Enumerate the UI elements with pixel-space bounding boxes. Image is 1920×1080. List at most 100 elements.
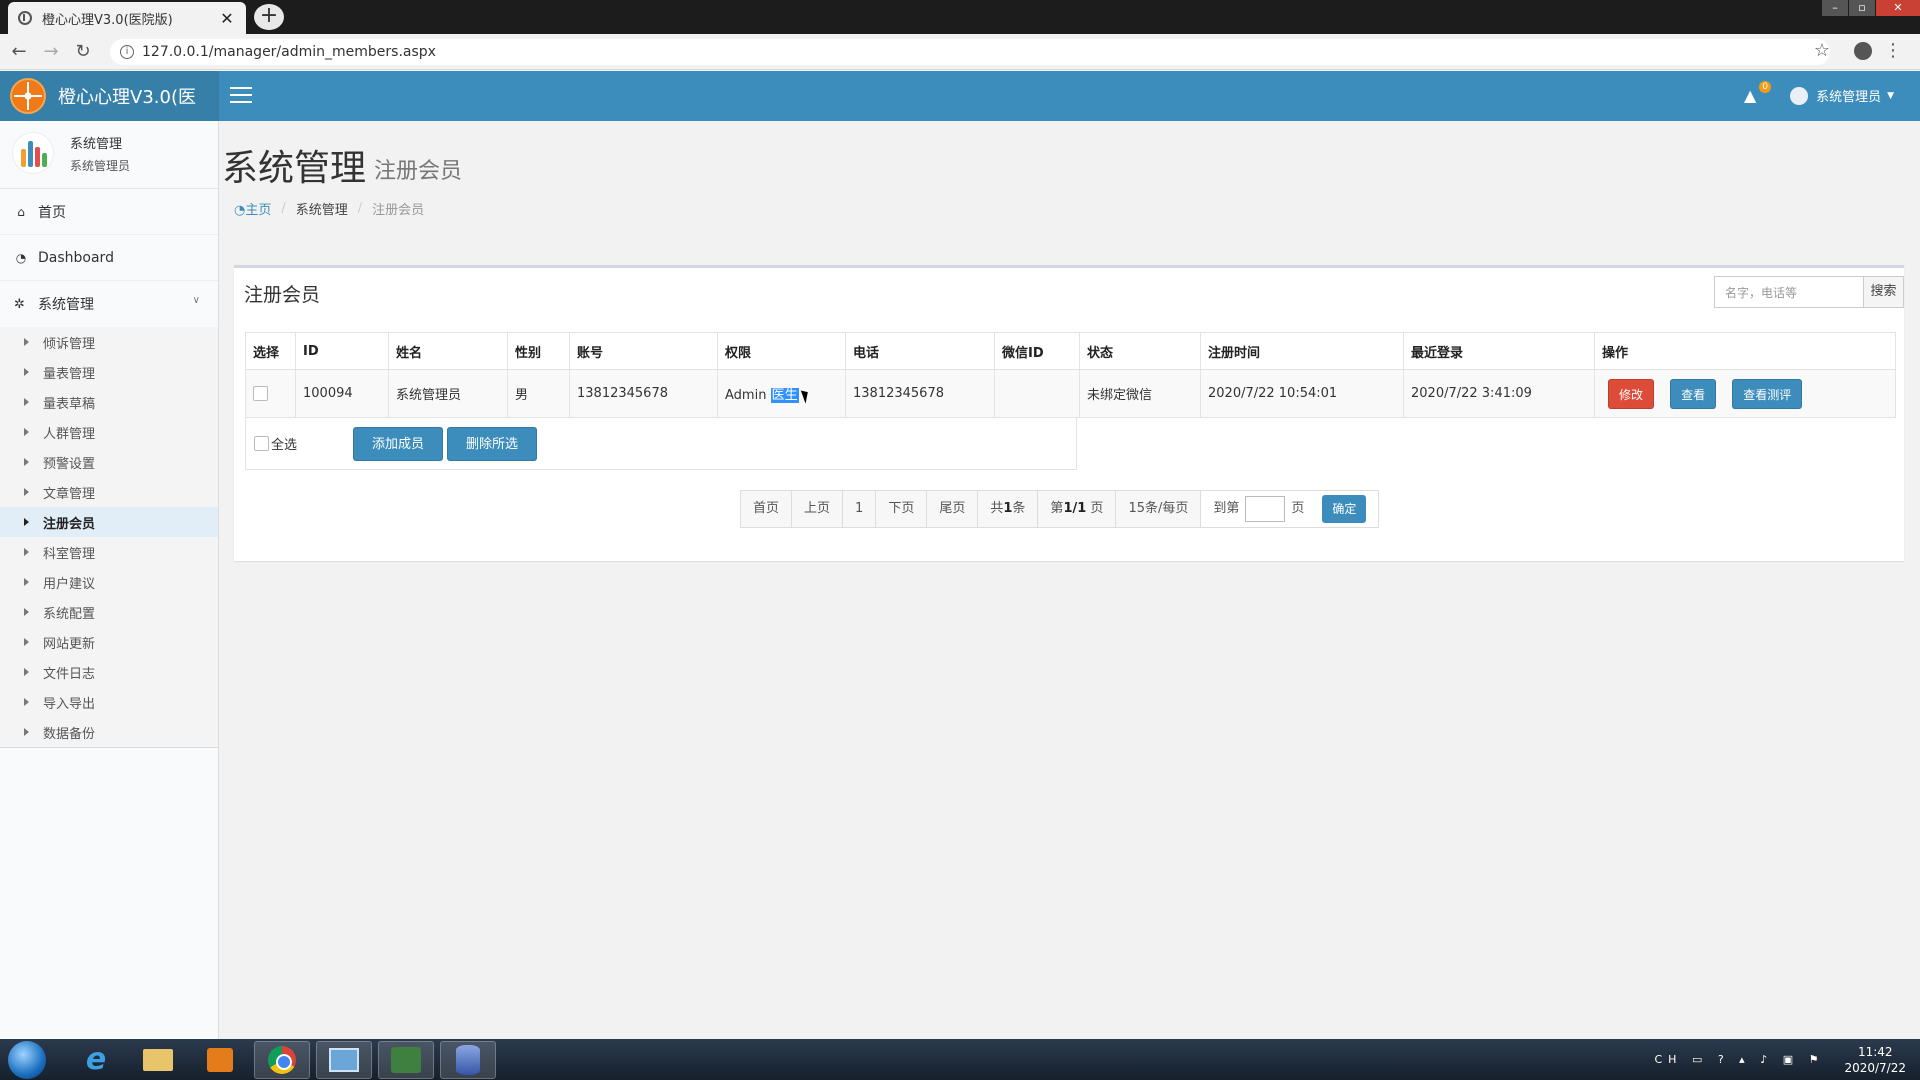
col-wechat: 微信ID	[994, 332, 1080, 370]
page-subtitle: 注册会员	[374, 159, 463, 184]
sidebar-item-site-update[interactable]: 网站更新	[0, 627, 218, 657]
start-button[interactable]	[8, 1040, 46, 1079]
sidebar-item-departments[interactable]: 科室管理	[0, 537, 218, 567]
minimize-icon[interactable]: –	[1822, 0, 1848, 16]
sidebar-item-scale-drafts[interactable]: 量表草稿	[0, 387, 218, 417]
reload-icon[interactable]: ↻	[70, 39, 96, 65]
sidebar-item-config[interactable]: 系统配置	[0, 597, 218, 627]
taskbar-ie[interactable]: e	[68, 1041, 124, 1079]
taskbar-network[interactable]	[378, 1040, 434, 1079]
tab-close-icon[interactable]: ✕	[218, 9, 236, 28]
sidebar-item-backup[interactable]: 数据备份	[0, 717, 218, 747]
folder-icon	[143, 1048, 173, 1071]
delete-selected-button[interactable]: 删除所选	[447, 426, 538, 461]
goto-label: 到第	[1213, 501, 1240, 516]
taskbar-explorer[interactable]	[130, 1041, 186, 1079]
page-title: 系统管理	[222, 148, 367, 189]
view-evaluation-button[interactable]: 查看测评	[1732, 378, 1803, 409]
sidebar-item-scales[interactable]: 量表管理	[0, 357, 218, 387]
goto-confirm-button[interactable]: 确定	[1322, 495, 1367, 523]
taskbar-chrome[interactable]	[254, 1040, 310, 1079]
view-button[interactable]: 查看	[1670, 378, 1717, 409]
row-checkbox[interactable]	[253, 386, 268, 401]
goto-page-input[interactable]	[1245, 496, 1286, 522]
sidebar-item-dashboard[interactable]: ◔ Dashboard	[0, 235, 218, 281]
cell-status: 未绑定微信	[1079, 369, 1201, 418]
sidebar-toggle-icon[interactable]	[230, 87, 252, 105]
maximize-icon[interactable]: ▫	[1849, 0, 1875, 16]
pager-total: 共1条	[978, 491, 1039, 527]
sidebar-item-label: 首页	[38, 204, 66, 221]
sidebar-group-system[interactable]: ✲ 系统管理 ∨	[0, 281, 218, 327]
search-button[interactable]: 搜索	[1863, 276, 1904, 308]
sidebar-item-complaints[interactable]: 倾诉管理	[0, 327, 218, 357]
sidebar-item-file-log[interactable]: 文件日志	[0, 657, 218, 687]
app-logo[interactable]: 橙心心理V3.0(医	[0, 71, 219, 121]
new-tab-button[interactable]: +	[254, 4, 284, 30]
taskbar-clock[interactable]: 11:42 2020/7/22	[1844, 1044, 1906, 1076]
goto-suffix: 页	[1291, 501, 1305, 516]
user-menu[interactable]: 系统管理员 ▼	[1790, 86, 1894, 105]
sidebar-item-home[interactable]: ⌂ 首页	[0, 189, 218, 235]
back-icon[interactable]: ←	[6, 39, 32, 65]
caret-right-icon	[24, 368, 29, 376]
site-info-icon[interactable]: i	[120, 45, 134, 59]
browser-tab[interactable]: 橙心心理V3.0(医院版) ✕	[8, 2, 246, 34]
col-select: 选择	[245, 332, 296, 370]
cell-id: 100094	[295, 369, 389, 418]
notification-badge: 0	[1759, 81, 1771, 93]
pager-page-1[interactable]: 1	[843, 491, 877, 527]
bookmark-star-icon[interactable]: ☆	[1814, 40, 1830, 61]
breadcrumb-home[interactable]: ◔主页	[234, 199, 271, 218]
profile-icon[interactable]	[1854, 42, 1872, 60]
url-input[interactable]: i 127.0.0.1/manager/admin_members.aspx	[110, 39, 1830, 65]
sidebar-item-members[interactable]: 注册会员	[0, 507, 218, 537]
database-icon	[456, 1044, 480, 1075]
sidebar-item-articles[interactable]: 文章管理	[0, 477, 218, 507]
sidebar-item-label: 倾诉管理	[43, 336, 96, 352]
browser-tabbar: 橙心心理V3.0(医院版) ✕ + – ▫ ✕	[0, 0, 1920, 34]
tray-lang: CH	[1654, 1053, 1683, 1066]
pager-per-page: 15条/每页	[1116, 491, 1202, 527]
caret-right-icon	[24, 728, 29, 736]
add-member-button[interactable]: 添加成员	[353, 426, 444, 461]
sidebar-item-label: 导入导出	[43, 696, 96, 712]
select-all-checkbox[interactable]	[254, 436, 269, 451]
pager-next[interactable]: 下页	[876, 491, 928, 527]
search-input[interactable]: 名字，电话等	[1714, 276, 1864, 308]
pager-total-prefix: 共	[990, 501, 1004, 516]
media-player-icon	[207, 1047, 233, 1072]
pager-last[interactable]: 尾页	[927, 491, 979, 527]
col-status: 状态	[1079, 332, 1201, 370]
sidebar-item-label: 文章管理	[43, 486, 96, 502]
forward-icon[interactable]: →	[38, 39, 64, 65]
breadcrumb-section[interactable]: 系统管理	[296, 199, 348, 218]
caret-right-icon	[24, 698, 29, 706]
taskbar-database[interactable]	[440, 1040, 496, 1079]
sidebar-item-groups[interactable]: 人群管理	[0, 417, 218, 447]
sidebar-item-feedback[interactable]: 用户建议	[0, 567, 218, 597]
col-actions: 操作	[1594, 332, 1896, 370]
table-row: 100094 系统管理员 男 13812345678 Admin 医生 1381…	[245, 369, 1896, 418]
breadcrumb-separator: /	[281, 201, 286, 216]
taskbar-remote[interactable]	[316, 1040, 372, 1079]
col-account: 账号	[569, 332, 718, 370]
tray-icons[interactable]: CH ▭ ? ▴ ♪ ▣ ⚑	[1655, 1053, 1825, 1066]
edit-button[interactable]: 修改	[1608, 378, 1654, 409]
caret-right-icon	[24, 638, 29, 646]
clock-time: 11:42	[1857, 1044, 1893, 1059]
caret-right-icon	[24, 518, 29, 526]
table-header-row: 选择 ID 姓名 性别 账号 权限 电话 微信ID 状态 注册时间 最近登录 操…	[245, 332, 1896, 370]
browser-menu-icon[interactable]: ⋮	[1884, 40, 1902, 61]
sidebar-group-label: 系统管理	[38, 297, 94, 313]
sidebar-item-label: 量表管理	[43, 366, 96, 382]
pager-prev[interactable]: 上页	[792, 491, 844, 527]
sidebar-item-alerts[interactable]: 预警设置	[0, 447, 218, 477]
taskbar-media[interactable]	[192, 1041, 248, 1079]
caret-right-icon	[24, 668, 29, 676]
user-panel: 系统管理 系统管理员	[0, 121, 218, 189]
bell-icon[interactable]: ▲	[1744, 86, 1760, 105]
pager-first[interactable]: 首页	[741, 491, 793, 527]
sidebar-item-import-export[interactable]: 导入导出	[0, 687, 218, 717]
window-close-icon[interactable]: ✕	[1876, 0, 1920, 16]
